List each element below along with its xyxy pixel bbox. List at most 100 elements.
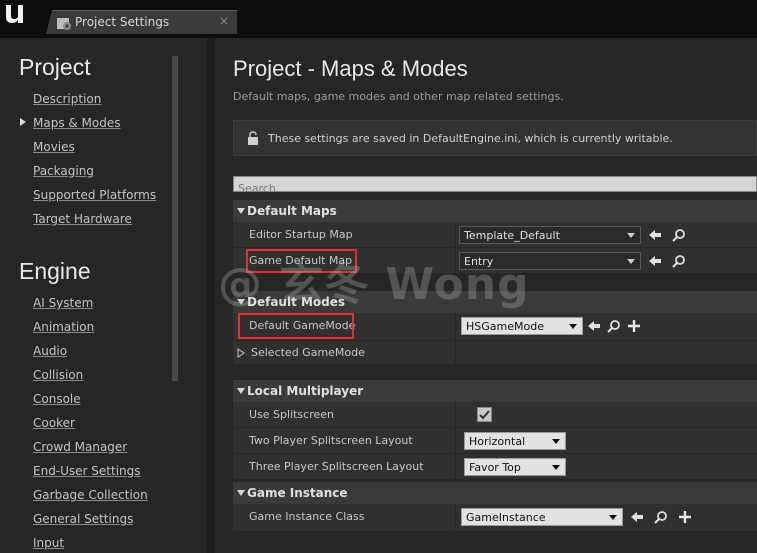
search-box	[233, 176, 757, 196]
category-default-maps[interactable]: Default Maps	[233, 200, 757, 222]
three-player-layout-combo[interactable]: Favor Top	[464, 458, 566, 476]
lock-icon	[248, 131, 258, 145]
category-game-instance[interactable]: Game Instance	[233, 482, 757, 504]
game-default-map-combo[interactable]: Entry	[459, 252, 641, 270]
sidebar-item-crowd-manager[interactable]: Crowd Manager	[33, 440, 127, 454]
sidebar-item-audio[interactable]: Audio	[33, 344, 67, 358]
magnifier-icon[interactable]	[671, 253, 687, 269]
settings-main-panel: Project - Maps & Modes Default maps, gam…	[215, 38, 757, 553]
collapse-arrow-icon	[237, 490, 245, 496]
magnifier-icon[interactable]	[653, 509, 669, 525]
column-separator	[455, 222, 456, 247]
collapse-arrow-icon	[237, 299, 245, 305]
category-label: Local Multiplayer	[247, 384, 364, 398]
magnifier-icon[interactable]	[606, 318, 622, 334]
sidebar-item-movies[interactable]: Movies	[33, 140, 75, 154]
two-player-layout-combo[interactable]: Horizontal	[464, 432, 566, 450]
panel-splitter[interactable]	[207, 38, 215, 553]
dropdown-arrow-icon	[609, 515, 617, 520]
row-editor-startup-map: Editor Startup Map Template_Default	[233, 222, 757, 248]
combo-value: Horizontal	[469, 435, 526, 448]
unreal-logo-icon[interactable]	[2, 2, 26, 26]
column-separator	[455, 428, 456, 453]
combo-value: Entry	[464, 255, 494, 268]
dropdown-arrow-icon	[627, 259, 635, 264]
category-default-modes[interactable]: Default Modes	[233, 291, 757, 313]
row-use-splitscreen: Use Splitscreen	[233, 402, 757, 428]
dropdown-arrow-icon	[627, 233, 635, 238]
column-separator	[455, 504, 456, 531]
section-title-project: Project	[19, 54, 91, 80]
collapse-arrow-icon	[237, 208, 245, 214]
sidebar-item-console[interactable]: Console	[33, 392, 81, 406]
editor-startup-map-combo[interactable]: Template_Default	[459, 226, 641, 244]
column-separator	[455, 341, 456, 364]
sidebar-item-cooker[interactable]: Cooker	[33, 416, 75, 430]
sidebar-item-garbage-collection[interactable]: Garbage Collection	[33, 488, 148, 502]
sidebar-item-packaging[interactable]: Packaging	[33, 164, 94, 178]
sidebar-item-maps-modes[interactable]: Maps & Modes	[33, 116, 121, 130]
combo-value: GameInstance	[466, 511, 546, 524]
combo-value: HSGameMode	[466, 320, 544, 333]
three-player-layout-label: Three Player Splitscreen Layout	[249, 460, 424, 473]
dropdown-arrow-icon	[552, 465, 560, 470]
arrow-left-icon[interactable]	[647, 253, 663, 269]
combo-value: Favor Top	[469, 461, 521, 474]
page-title: Project - Maps & Modes	[233, 56, 468, 81]
arrow-left-icon[interactable]	[629, 509, 645, 525]
selected-gamemode-label: Selected GameMode	[251, 346, 365, 359]
settings-gear-icon	[57, 18, 71, 30]
highlight-default-gamemode	[238, 313, 354, 339]
game-instance-class-label: Game Instance Class	[249, 510, 365, 523]
sidebar-item-supported-platforms[interactable]: Supported Platforms	[33, 188, 156, 202]
category-label: Default Maps	[247, 204, 337, 218]
arrow-left-icon[interactable]	[647, 227, 663, 243]
tab-project-settings[interactable]: Project Settings ×	[46, 10, 237, 34]
column-separator	[455, 313, 456, 340]
selected-arrow-icon	[20, 118, 26, 126]
search-input[interactable]	[234, 181, 756, 196]
sidebar-item-collision[interactable]: Collision	[33, 368, 83, 382]
sidebar-item-general-settings[interactable]: General Settings	[33, 512, 133, 526]
use-splitscreen-label: Use Splitscreen	[249, 408, 335, 421]
default-gamemode-combo[interactable]: HSGameMode	[461, 317, 583, 335]
collapse-arrow-icon	[237, 388, 245, 394]
category-label: Default Modes	[247, 295, 346, 309]
plus-icon[interactable]	[626, 318, 642, 334]
dropdown-arrow-icon	[569, 324, 577, 329]
section-title-engine: Engine	[19, 258, 91, 284]
sidebar-item-description[interactable]: Description	[33, 92, 101, 106]
tab-title: Project Settings	[75, 15, 170, 29]
sidebar-item-target-hardware[interactable]: Target Hardware	[33, 212, 132, 226]
editor-startup-map-label: Editor Startup Map	[249, 228, 353, 241]
row-three-player-layout: Three Player Splitscreen Layout Favor To…	[233, 454, 757, 480]
row-two-player-layout: Two Player Splitscreen Layout Horizontal	[233, 428, 757, 454]
column-separator	[455, 454, 456, 479]
category-local-multiplayer[interactable]: Local Multiplayer	[233, 380, 757, 402]
sidebar-item-input[interactable]: Input	[33, 536, 64, 550]
dropdown-arrow-icon	[552, 439, 560, 444]
column-separator	[455, 248, 456, 273]
sidebar-item-animation[interactable]: Animation	[33, 320, 94, 334]
column-separator	[455, 402, 456, 427]
category-label: Game Instance	[247, 486, 348, 500]
tab-close-icon[interactable]: ×	[219, 14, 229, 28]
page-subtitle: Default maps, game modes and other map r…	[233, 90, 564, 103]
sidebar-scrollbar[interactable]	[172, 56, 178, 381]
plus-icon[interactable]	[677, 509, 693, 525]
combo-value: Template_Default	[464, 229, 560, 242]
row-game-instance-class: Game Instance Class GameInstance	[233, 504, 757, 532]
notice-text: These settings are saved in DefaultEngin…	[268, 132, 673, 145]
arrow-left-icon[interactable]	[586, 318, 602, 334]
magnifier-icon[interactable]	[671, 227, 687, 243]
title-bar: Project Settings ×	[0, 0, 757, 38]
writable-notice: These settings are saved in DefaultEngin…	[233, 120, 757, 156]
game-instance-class-combo[interactable]: GameInstance	[461, 508, 623, 526]
use-splitscreen-checkbox[interactable]	[477, 407, 492, 422]
sidebar-item-end-user-settings[interactable]: End-User Settings	[33, 464, 141, 478]
highlight-game-default-map	[246, 249, 357, 273]
settings-sidebar: Project Description Maps & Modes Movies …	[0, 38, 207, 553]
expand-arrow-icon[interactable]	[237, 348, 245, 358]
row-selected-gamemode[interactable]: Selected GameMode	[233, 341, 757, 365]
sidebar-item-ai-system[interactable]: AI System	[33, 296, 93, 310]
